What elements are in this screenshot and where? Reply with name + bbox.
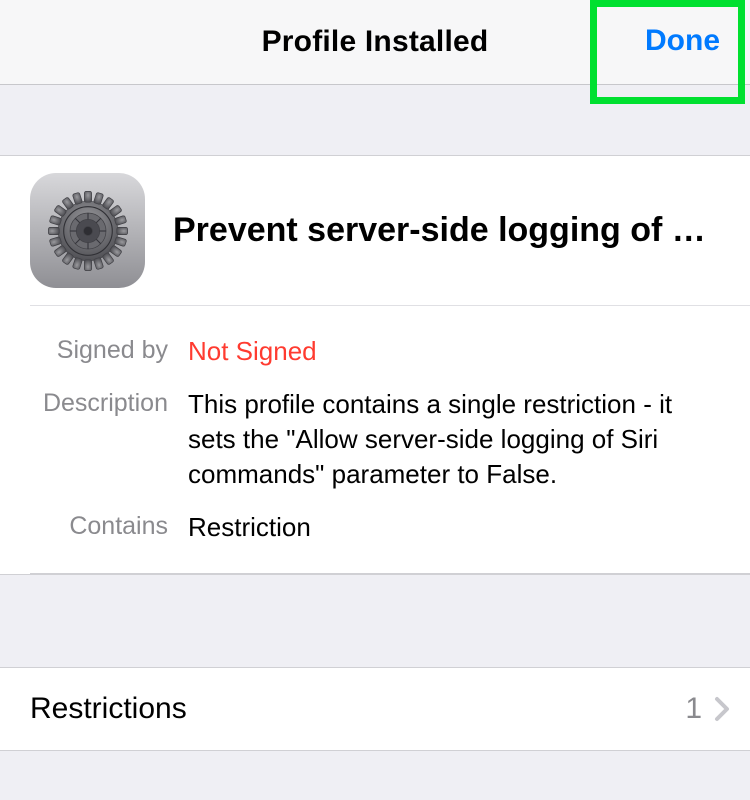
profile-title: Prevent server-side logging of Si... <box>173 211 720 250</box>
contains-row: Contains Restriction <box>30 492 720 545</box>
spacer <box>0 85 750 155</box>
contains-value: Restriction <box>180 510 311 545</box>
signed-by-label: Signed by <box>30 334 180 365</box>
contains-label: Contains <box>30 510 180 541</box>
signed-by-row: Signed by Not Signed <box>30 316 720 369</box>
restrictions-label: Restrictions <box>30 692 685 726</box>
navbar: Profile Installed Done <box>0 0 750 85</box>
done-button[interactable]: Done <box>645 24 720 58</box>
profile-details: Signed by Not Signed Description This pr… <box>30 305 750 574</box>
signed-by-value: Not Signed <box>180 334 317 369</box>
restrictions-row[interactable]: Restrictions 1 <box>0 667 750 751</box>
navbar-title: Profile Installed <box>262 25 489 59</box>
description-row: Description This profile contains a sing… <box>30 369 720 492</box>
profile-header: Prevent server-side logging of Si... <box>0 155 750 305</box>
restrictions-count: 1 <box>685 692 702 726</box>
chevron-right-icon <box>714 696 730 722</box>
description-label: Description <box>30 387 180 418</box>
spacer <box>0 575 750 667</box>
description-value: This profile contains a single restricti… <box>180 387 720 492</box>
settings-gear-icon <box>30 173 145 288</box>
